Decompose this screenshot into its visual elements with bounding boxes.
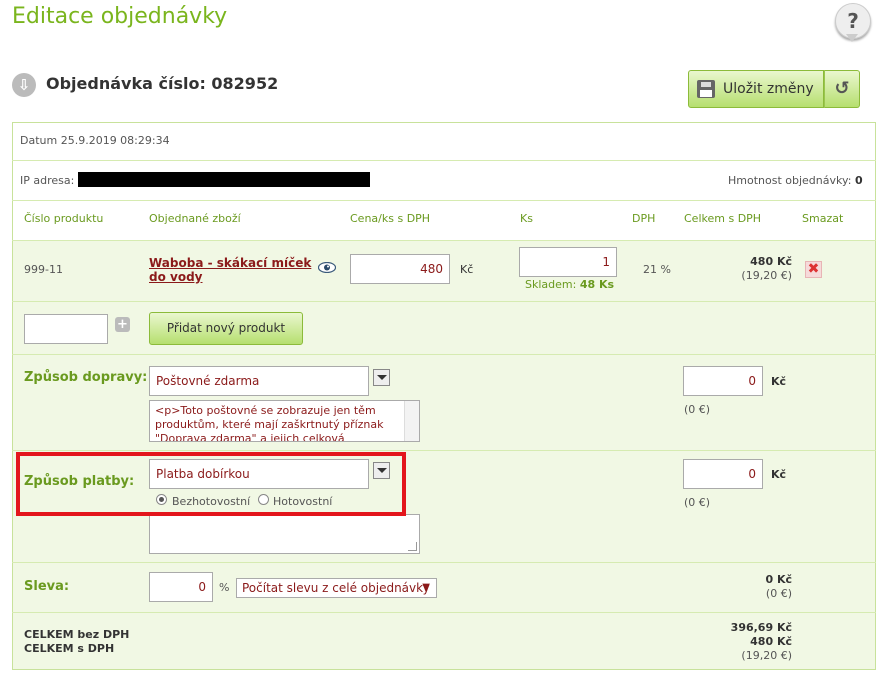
col-product-code: Číslo produktu — [24, 212, 104, 225]
total-with-vat-label: CELKEM s DPH — [24, 642, 115, 655]
eye-icon[interactable] — [317, 261, 337, 274]
save-button[interactable]: Uložit změny — [688, 70, 824, 108]
discount-input[interactable]: 0 — [149, 572, 213, 602]
shipping-price-input[interactable]: 0 — [683, 366, 763, 396]
ip-redacted — [78, 172, 370, 187]
total-without-vat-label: CELKEM bez DPH — [24, 628, 130, 641]
stock-info: Skladem: 48 Ks — [525, 278, 614, 291]
collapse-arrow-icon[interactable]: ⇩ — [12, 73, 36, 97]
shipping-select[interactable]: Poštovné zdarma — [149, 366, 369, 396]
shipping-note-textarea[interactable]: <p>Toto poštovné se zobrazuje jen těm pr… — [149, 400, 420, 442]
delete-icon[interactable]: ✖ — [805, 261, 822, 278]
weight-value: 0 — [855, 174, 863, 187]
total-eur: (19,20 €) — [741, 649, 792, 662]
ip-label: IP adresa: — [20, 174, 75, 187]
stock-value: 48 Ks — [579, 278, 615, 291]
total-with-vat: 480 Kč — [750, 635, 792, 648]
payment-note-textarea[interactable] — [149, 514, 420, 554]
shipping-currency: Kč — [771, 375, 787, 388]
discount-total: 0 Kč — [765, 573, 792, 586]
shipping-eur: (0 €) — [684, 403, 711, 416]
floppy-disk-icon — [697, 80, 715, 98]
vat-value: 21 % — [643, 263, 671, 276]
discount-unit: % — [219, 581, 230, 594]
weight-label: Hmotnost objednávky: — [728, 174, 852, 187]
col-quantity: Ks — [520, 212, 533, 225]
col-unit-price: Cena/ks s DPH — [350, 212, 431, 225]
add-row-bg — [13, 302, 875, 354]
quantity-input[interactable]: 1 — [519, 247, 617, 277]
shipping-dropdown-arrow-icon[interactable] — [373, 369, 390, 386]
shipping-note-text: <p>Toto poštovné se zobrazuje jen těm pr… — [155, 404, 384, 442]
plus-icon[interactable]: + — [115, 317, 130, 332]
shipping-note-scrollbar[interactable] — [404, 401, 419, 441]
price-currency: Kč — [460, 263, 474, 276]
shipping-label: Způsob dopravy: — [24, 370, 148, 385]
total-without-vat: 396,69 Kč — [730, 621, 792, 634]
add-product-button[interactable]: Přidat nový produkt — [149, 312, 303, 345]
discount-mode-arrow-icon: ▼ — [422, 582, 430, 593]
highlight-box — [16, 452, 406, 516]
col-product-name: Objednané zboží — [149, 212, 241, 225]
discount-mode-select[interactable]: Počítat slevu z celé objednávky ▼ — [236, 578, 437, 598]
col-delete: Smazat — [802, 212, 844, 225]
col-vat: DPH — [632, 212, 656, 225]
page-title: Editace objednávky — [12, 4, 228, 29]
payment-price-input[interactable]: 0 — [683, 459, 763, 489]
new-product-code-input[interactable] — [24, 314, 108, 344]
resize-handle-icon[interactable] — [408, 542, 417, 551]
save-button-label: Uložit změny — [723, 81, 814, 97]
payment-currency: Kč — [771, 468, 787, 481]
help-icon-tail — [846, 34, 858, 42]
product-name-link[interactable]: Waboba - skákací míček do vody — [149, 256, 311, 284]
col-total: Celkem s DPH — [684, 212, 762, 225]
product-name-line2: do vody — [149, 270, 203, 284]
stock-label: Skladem: — [525, 278, 577, 291]
discount-mode-text: Počítat slevu z celé objednávky — [242, 581, 430, 595]
order-heading: Objednávka číslo: 082952 — [46, 74, 279, 93]
product-code: 999-11 — [24, 263, 63, 276]
row-total: 480 Kč — [750, 255, 792, 268]
unit-price-input[interactable]: 480 — [350, 254, 450, 284]
undo-button[interactable]: ↺ — [824, 70, 860, 108]
order-date: Datum 25.9.2019 08:29:34 — [20, 134, 170, 147]
row-total-eur: (19,20 €) — [741, 269, 792, 282]
discount-total-eur: (0 €) — [765, 587, 792, 600]
discount-label: Sleva: — [24, 579, 70, 594]
product-name-line1: Waboba - skákací míček — [149, 256, 312, 270]
payment-eur: (0 €) — [684, 496, 711, 509]
